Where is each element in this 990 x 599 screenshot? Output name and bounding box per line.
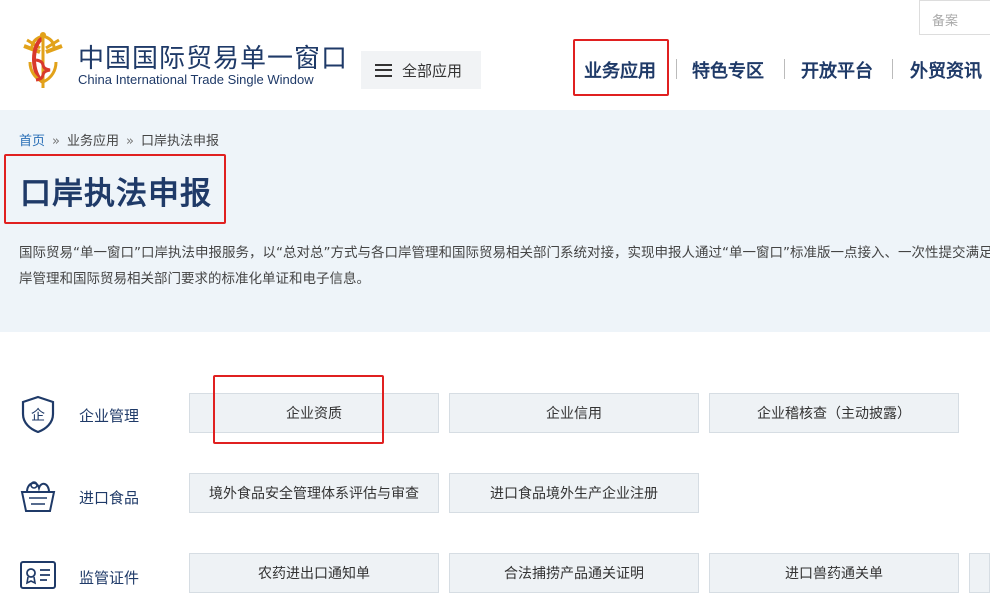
brand-name-en[interactable]: China International Trade Single Window	[78, 72, 314, 87]
all-apps-label: 全部应用	[402, 61, 463, 80]
category-label-enterprise-management: 企业管理	[79, 407, 140, 425]
nav-separator	[892, 59, 893, 79]
breadcrumb-current: 口岸执法申报	[140, 134, 219, 149]
breadcrumb-home-link[interactable]: 首页	[19, 134, 45, 149]
food-producer-registration-button[interactable]: 进口食品境外生产企业注册	[449, 473, 699, 513]
all-apps-button[interactable]: 全部应用	[361, 51, 481, 89]
enterprise-audit-button[interactable]: 企业稽核查（主动披露）	[709, 393, 959, 433]
more-certificate-button[interactable]	[969, 553, 990, 593]
veterinary-drug-clearance-button[interactable]: 进口兽药通关单	[709, 553, 959, 593]
nav-special-zone[interactable]: 特色专区	[692, 57, 764, 83]
pesticide-notice-button[interactable]: 农药进出口通知单	[189, 553, 439, 593]
nav-business-apps[interactable]: 业务应用	[584, 57, 656, 83]
header: 中国国际贸易单一窗口 China International Trade Sin…	[0, 0, 990, 110]
page-title: 口岸执法申报	[20, 176, 212, 212]
category-label-imported-food: 进口食品	[79, 489, 140, 507]
breadcrumb: 首页 » 业务应用 » 口岸执法申报	[19, 130, 219, 149]
nav-separator	[784, 59, 785, 79]
search-input[interactable]: 备案	[919, 0, 990, 35]
brand-name-cn[interactable]: 中国国际贸易单一窗口	[78, 38, 348, 75]
breadcrumb-business-apps-link[interactable]: 业务应用	[67, 134, 119, 149]
certificate-icon	[20, 561, 56, 589]
single-window-logo-icon[interactable]	[18, 30, 68, 92]
enterprise-qualification-button[interactable]: 企业资质	[189, 393, 439, 433]
enterprise-credit-button[interactable]: 企业信用	[449, 393, 699, 433]
nav-open-platform[interactable]: 开放平台	[801, 57, 873, 83]
food-basket-icon	[20, 481, 56, 512]
legal-fishing-certificate-button[interactable]: 合法捕捞产品通关证明	[449, 553, 699, 593]
nav-trade-news[interactable]: 外贸资讯	[910, 57, 982, 83]
breadcrumb-separator: »	[52, 134, 60, 149]
page-description: 国际贸易“单一窗口”口岸执法申报服务，以“总对总”方式与各口岸管理和国际贸易相关…	[19, 245, 990, 287]
breadcrumb-separator: »	[126, 134, 134, 149]
nav-separator	[676, 59, 677, 79]
shield-enterprise-icon: 企	[21, 395, 55, 433]
food-safety-evaluation-button[interactable]: 境外食品安全管理体系评估与审查	[189, 473, 439, 513]
category-label-supervision-certificates: 监管证件	[79, 569, 140, 587]
svg-text:企: 企	[31, 407, 45, 424]
hamburger-menu-icon	[375, 63, 392, 77]
